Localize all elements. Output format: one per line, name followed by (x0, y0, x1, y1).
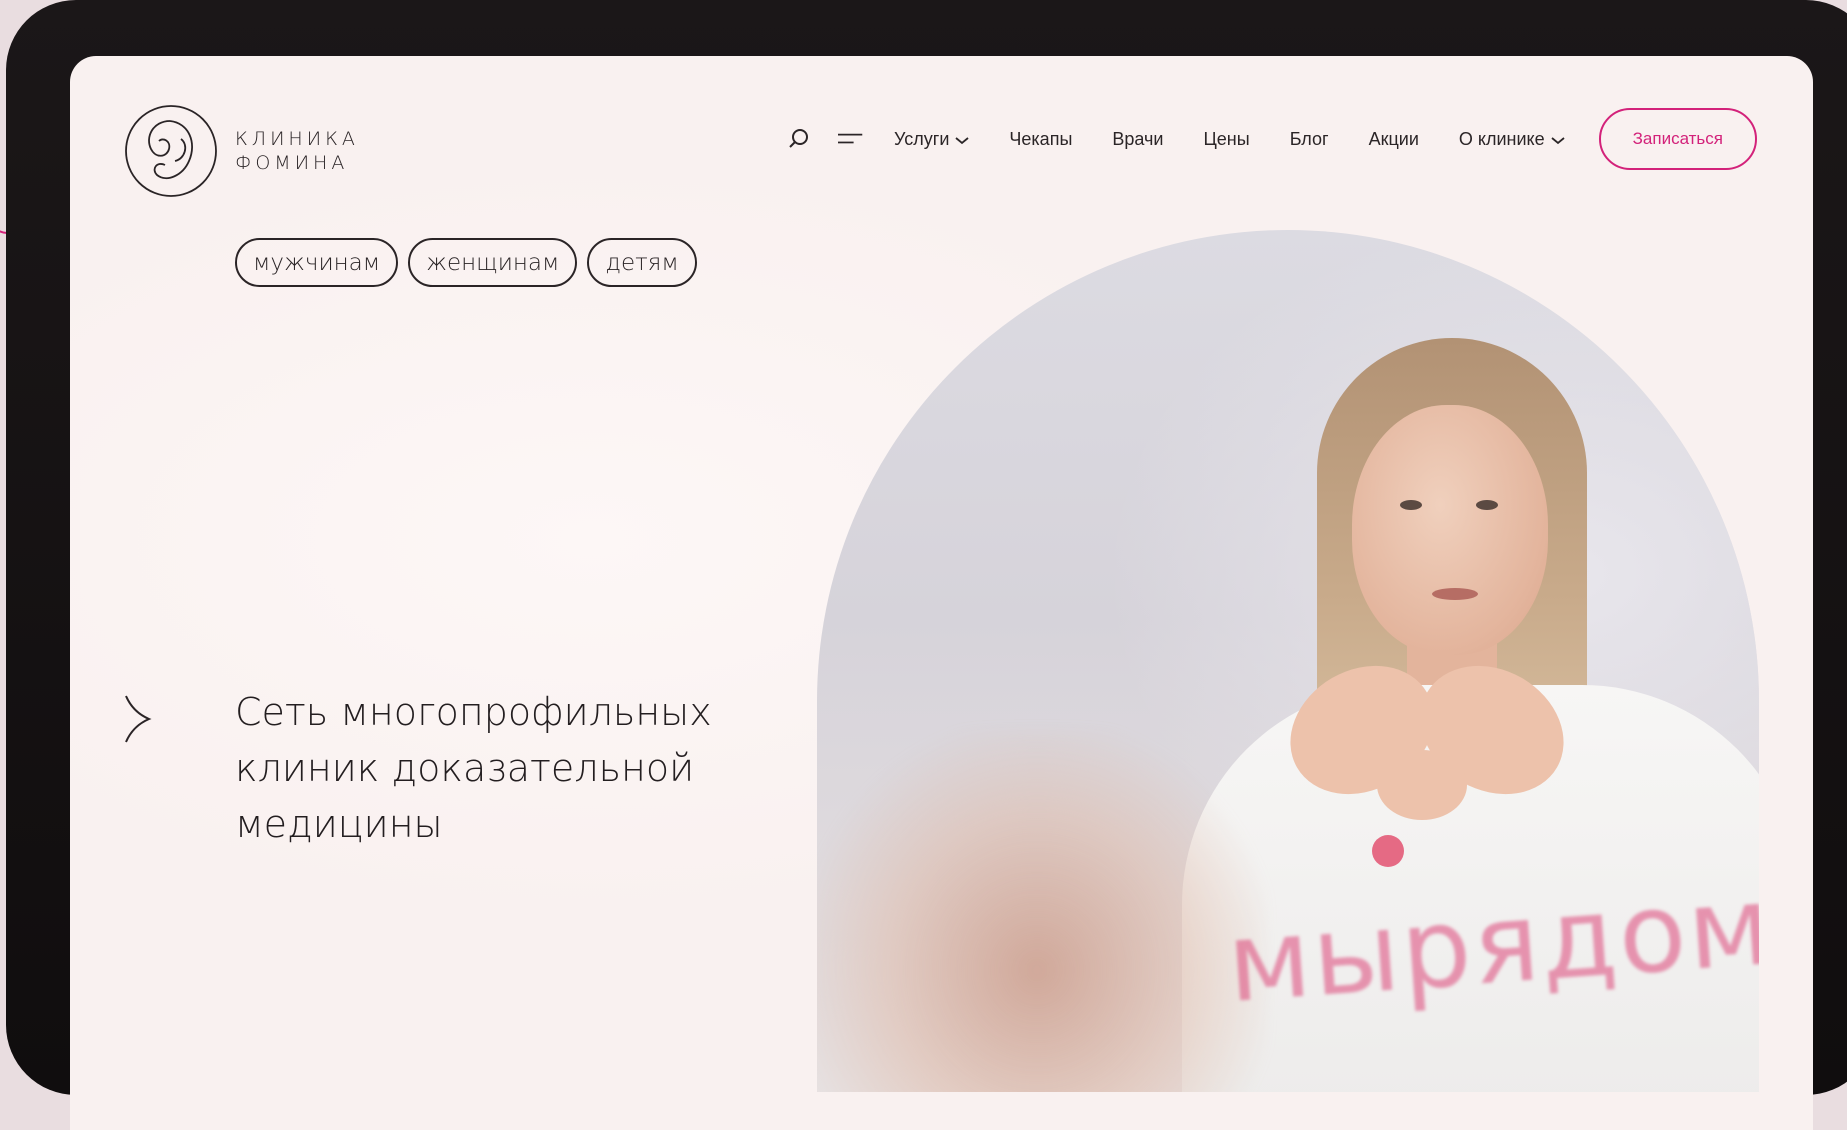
audience-pill-children[interactable]: детям (587, 238, 697, 287)
nav-item-checkups[interactable]: Чекапы (1009, 129, 1072, 150)
hero-title-line: медицины (235, 802, 443, 846)
hero-photo-doctor: мырядом (817, 230, 1759, 1092)
audience-pill-men[interactable]: мужчинам (235, 238, 399, 287)
nav-item-blog[interactable]: Блог (1290, 129, 1329, 150)
menu-icon[interactable] (838, 126, 864, 152)
nav-item-label: О клинике (1458, 128, 1545, 149)
nav-item-label: Блог (1289, 128, 1329, 149)
hero-title-line: клиник доказательной (235, 746, 695, 790)
book-appointment-button[interactable]: Записаться (1598, 108, 1757, 170)
logo-wordmark: КЛИНИКА ФОМИНА (235, 127, 359, 175)
nav-item-services[interactable]: Услуги (894, 129, 969, 150)
nav-item-label: Чекапы (1009, 128, 1073, 149)
nav-item-prices[interactable]: Цены (1203, 129, 1249, 150)
website-screen: КЛИНИКА ФОМИНА Услуги Чекапы Врачи Цены … (70, 56, 1813, 1130)
nav-item-label: Услуги (894, 128, 950, 149)
nav-item-label: Врачи (1112, 128, 1164, 149)
nav-item-promotions[interactable]: Акции (1369, 129, 1419, 150)
logo-line-1: КЛИНИКА (235, 128, 359, 150)
search-icon[interactable] (786, 126, 812, 152)
nav-item-label: Цены (1203, 128, 1250, 149)
chevron-right-icon (122, 694, 152, 749)
clinic-badge-icon (1372, 835, 1404, 867)
embryo-logo-icon (123, 103, 219, 199)
main-navigation: Услуги Чекапы Врачи Цены Блог Акции О кл… (786, 108, 1757, 170)
nav-item-label: Акции (1368, 128, 1419, 149)
photo-face (1352, 405, 1548, 655)
clinic-logo[interactable]: КЛИНИКА ФОМИНА (123, 103, 359, 199)
audience-filters: мужчинам женщинам детям (235, 238, 697, 287)
chevron-down-icon (1551, 129, 1565, 150)
logo-line-2: ФОМИНА (235, 152, 349, 174)
tablet-frame: КЛИНИКА ФОМИНА Услуги Чекапы Врачи Цены … (6, 0, 1847, 1130)
nav-item-about[interactable]: О клинике (1459, 129, 1565, 150)
nav-item-doctors[interactable]: Врачи (1112, 129, 1163, 150)
hero-title-line: Сеть многопрофильных (235, 690, 712, 734)
audience-pill-women[interactable]: женщинам (408, 238, 578, 287)
chevron-down-icon (955, 129, 969, 150)
hero-title: Сеть многопрофильных клиник доказательно… (235, 684, 795, 852)
blurred-foreground-hands (817, 730, 1267, 1092)
